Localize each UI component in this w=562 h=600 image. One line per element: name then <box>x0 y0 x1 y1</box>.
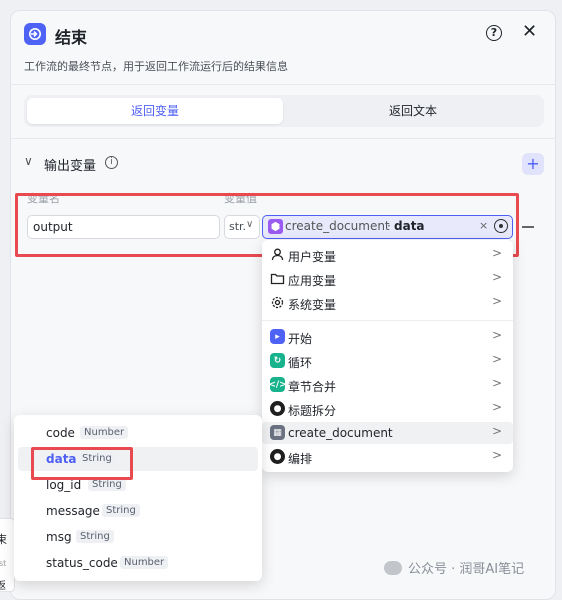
menu-item-app-vars[interactable]: 应用变量 > <box>262 268 513 290</box>
chevron-right-icon: > <box>492 270 503 284</box>
menu-item-label: 用户变量 <box>288 250 337 264</box>
menu-item-label: 编排 <box>288 452 313 466</box>
panel-description: 工作流的最终节点，用于返回工作流运行后的结果信息 <box>24 60 288 73</box>
chevron-right-icon: > <box>492 376 503 390</box>
menu-item-label: 系统变量 <box>288 298 337 312</box>
gear-icon <box>270 295 285 310</box>
field-type-badge: String <box>102 504 140 517</box>
folder-icon <box>270 271 285 286</box>
menu-item-system-vars[interactable]: 系统变量 > <box>262 292 513 314</box>
field-name: code <box>46 426 75 440</box>
chevron-right-icon: > <box>492 294 503 308</box>
highlight-box <box>31 447 133 480</box>
menu-item-orchestrate[interactable]: ● 编排 > <box>262 446 513 468</box>
close-icon[interactable]: ✕ <box>522 21 537 42</box>
chevron-right-icon: > <box>492 246 503 260</box>
divider <box>10 84 556 85</box>
field-name: msg <box>46 530 72 544</box>
add-output-button[interactable]: + <box>522 153 544 175</box>
help-circle-icon[interactable]: ? <box>486 25 502 41</box>
tab-return-variables[interactable]: 返回变量 <box>27 98 283 124</box>
menu-item-label: 标题拆分 <box>288 404 337 418</box>
robot-node-icon: ● <box>270 449 285 464</box>
start-node-icon: ▸ <box>270 329 285 344</box>
menu-item-label: create_document <box>288 426 393 440</box>
end-node-icon <box>24 23 46 45</box>
chevron-right-icon: > <box>492 448 503 462</box>
menu-item-label: 应用变量 <box>288 274 337 288</box>
field-type-badge: String <box>76 530 114 543</box>
loop-node-icon: ↻ <box>270 353 285 368</box>
chevron-right-icon: > <box>492 352 503 366</box>
canvas-node-fragment: 束 st 返 <box>0 518 15 592</box>
panel-title: 结束 <box>55 28 88 47</box>
menu-item-start[interactable]: ▸ 开始 > <box>262 326 513 348</box>
field-item-msg[interactable]: msg String <box>18 525 258 549</box>
plugin-node-icon: ▦ <box>270 425 285 440</box>
section-title: 输出变量 <box>44 159 97 174</box>
chevron-right-icon: > <box>492 400 503 414</box>
menu-item-loop[interactable]: ↻ 循环 > <box>262 350 513 372</box>
menu-item-label: 开始 <box>288 332 313 346</box>
menu-item-label: 循环 <box>288 356 313 370</box>
menu-item-title-split[interactable]: ● 标题拆分 > <box>262 398 513 420</box>
field-type-badge: Number <box>120 556 169 569</box>
field-item-status-code[interactable]: status_code Number <box>18 551 258 575</box>
watermark-text: 公众号 · 润哥AI笔记 <box>408 562 525 577</box>
chevron-right-icon: > <box>492 424 503 438</box>
field-name: log_id <box>46 478 82 492</box>
menu-item-label: 章节合并 <box>288 380 337 394</box>
chevron-down-icon[interactable]: ∨ <box>24 154 33 168</box>
user-icon <box>270 247 285 262</box>
field-item-message[interactable]: message String <box>18 499 258 523</box>
robot-node-icon: ● <box>270 401 285 416</box>
remove-row-icon[interactable] <box>522 226 534 228</box>
divider <box>10 138 556 139</box>
menu-item-chapter-merge[interactable]: </> 章节合并 > <box>262 374 513 396</box>
field-name: status_code <box>46 556 118 570</box>
field-type-badge: Number <box>80 426 129 439</box>
menu-item-create-document[interactable]: ▦ create_document > <box>262 422 513 444</box>
menu-divider <box>262 320 513 321</box>
chevron-right-icon: > <box>492 328 503 342</box>
return-mode-tabs: 返回变量 返回文本 <box>24 95 544 127</box>
code-node-icon: </> <box>268 377 287 392</box>
info-icon[interactable]: i <box>105 156 118 169</box>
field-name: message <box>46 504 100 518</box>
tab-return-text[interactable]: 返回文本 <box>285 98 541 124</box>
canvas-node-text: st <box>0 559 7 568</box>
menu-item-user-vars[interactable]: 用户变量 > <box>262 244 513 266</box>
field-item-code[interactable]: code Number <box>18 421 258 445</box>
wechat-logo-icon <box>384 561 402 575</box>
canvas-node-text: 束 <box>0 531 7 547</box>
